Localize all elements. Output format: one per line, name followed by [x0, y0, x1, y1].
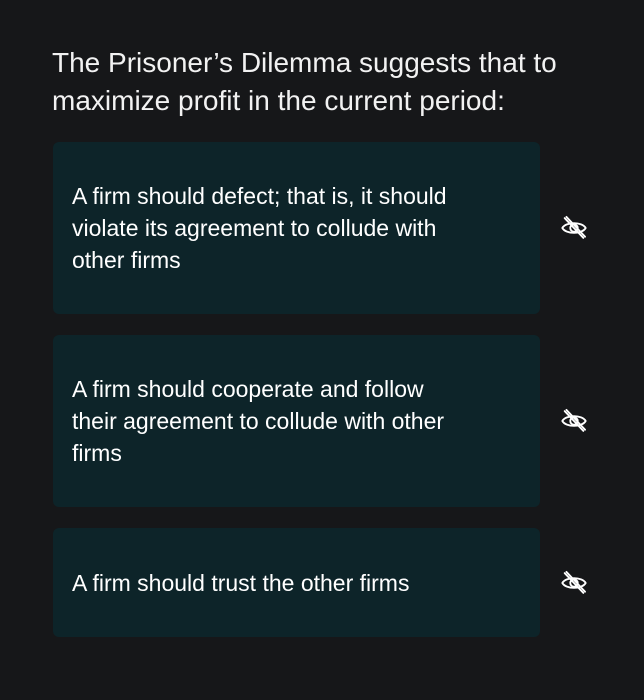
answer-option-label: A firm should defect; that is, it should… [72, 183, 447, 273]
answer-option-label: A firm should trust the other firms [72, 569, 410, 596]
answer-option-3[interactable]: A firm should trust the other firms [53, 528, 540, 637]
answer-option-2[interactable]: A firm should cooperate and follow their… [53, 335, 540, 507]
eye-off-icon[interactable] [560, 407, 588, 435]
eye-off-icon[interactable] [560, 569, 588, 597]
answer-option-label: A firm should cooperate and follow their… [72, 376, 445, 466]
question-text: The Prisoner’s Dilemma suggests that to … [52, 47, 557, 116]
answer-option-1[interactable]: A firm should defect; that is, it should… [53, 142, 540, 314]
eye-off-icon[interactable] [560, 214, 588, 242]
